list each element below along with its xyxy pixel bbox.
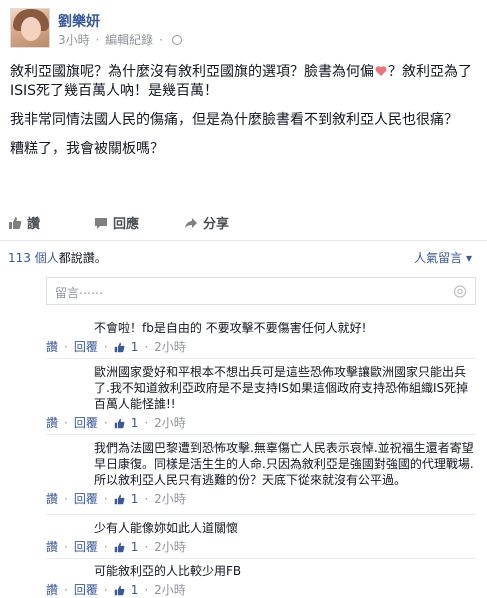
post-meta: 3小時 · 編輯紀錄 · xyxy=(58,31,184,48)
comment-reply-link[interactable]: 回覆 xyxy=(74,582,98,598)
comment-time[interactable]: 2小時 xyxy=(154,491,186,507)
post-paragraph-3: 糟糕了，我會被關板嗎？ xyxy=(10,141,164,157)
comment-divider xyxy=(46,558,476,559)
comment-time[interactable]: 2小時 xyxy=(154,539,186,555)
comment-input[interactable]: 留言⋯⋯ xyxy=(46,277,476,305)
comment-sort-dropdown[interactable]: 人氣留言 ▾ xyxy=(414,249,472,266)
facebook-post: 劉樂妍 3小時 · 編輯紀錄 · 敘利亞國旗呢？為什麼沒有敘利亞國旗的選項？臉書… xyxy=(0,0,487,598)
comment-like-count[interactable]: 1 xyxy=(131,415,139,431)
comment-text: 少有人能像妳如此人道關懷 xyxy=(94,521,239,535)
comment-like-count[interactable]: 1 xyxy=(131,491,139,507)
thumbs-up-icon xyxy=(114,585,125,595)
author-avatar[interactable] xyxy=(10,8,50,48)
comment-item: 可能敘利亞的人比較少用FB 讚 · 回覆 · 1 · 2小時 xyxy=(46,563,476,598)
comment-divider xyxy=(46,434,476,435)
post-time[interactable]: 3小時 xyxy=(58,33,90,47)
thumbs-up-icon xyxy=(9,216,22,229)
comment-actions: 讚 · 回覆 · 1 · 2小時 xyxy=(46,339,186,355)
post-actions: 讚 回應 分享 xyxy=(8,213,478,233)
comment-item: 我們為法國巴黎遭到恐怖攻擊.無辜傷亡人民表示哀悼.並祝福生還者寄望早日康復。同樣… xyxy=(46,440,476,507)
chevron-down-icon: ▾ xyxy=(465,251,472,265)
comment-time[interactable]: 2小時 xyxy=(154,582,186,598)
thumbs-up-icon xyxy=(114,418,125,428)
speech-bubble-icon xyxy=(95,217,107,229)
comment-like-link[interactable]: 讚 xyxy=(46,539,58,555)
camera-icon[interactable] xyxy=(453,284,467,298)
thumbs-up-icon xyxy=(114,494,125,504)
comment-like-count[interactable]: 1 xyxy=(131,539,139,555)
comment-time[interactable]: 2小時 xyxy=(154,339,186,355)
comment-like-link[interactable]: 讚 xyxy=(46,339,58,355)
thumbs-up-icon xyxy=(114,342,125,352)
edit-history-link[interactable]: 編輯紀錄 xyxy=(105,33,153,47)
share-button[interactable]: 分享 xyxy=(184,213,229,232)
share-arrow-icon xyxy=(185,217,197,228)
actions-divider xyxy=(0,240,487,241)
comment-actions: 讚 · 回覆 · 1 · 2小時 xyxy=(46,539,186,555)
comment-actions: 讚 · 回覆 · 1 · 2小時 xyxy=(46,582,186,598)
comment-reply-link[interactable]: 回覆 xyxy=(74,415,98,431)
post-paragraph-1: 敘利亞國旗呢？為什麼沒有敘利亞國旗的選項？臉書為何偏 ？敘利亞為了ISIS死了幾百… xyxy=(10,64,472,99)
comment-like-link[interactable]: 讚 xyxy=(46,415,58,431)
author-name[interactable]: 劉樂妍 xyxy=(58,11,100,31)
post-header: 劉樂妍 3小時 · 編輯紀錄 · xyxy=(8,8,478,52)
post-paragraph-2: 我非常同情法國人民的傷痛，但是為什麼臉書看不到敘利亞人民也很痛？ xyxy=(10,112,458,128)
like-button[interactable]: 讚 xyxy=(8,213,40,232)
comment-like-link[interactable]: 讚 xyxy=(46,491,58,507)
thumbs-up-icon xyxy=(114,542,125,552)
likes-count[interactable]: 113 個人都說讚。 xyxy=(8,249,107,266)
heart-icon xyxy=(375,66,387,76)
comment-like-count[interactable]: 1 xyxy=(131,582,139,598)
comment-reply-link[interactable]: 回覆 xyxy=(74,339,98,355)
likes-summary: 113 個人都說讚。 人氣留言 ▾ xyxy=(8,249,478,267)
comment-text: 不會啦！fb是自由的 不要攻擊不要傷害任何人就好! xyxy=(94,321,367,335)
comment-reply-link[interactable]: 回覆 xyxy=(74,539,98,555)
comment-text: 我們為法國巴黎遭到恐怖攻擊.無辜傷亡人民表示哀悼.並祝福生還者寄望早日康復。同樣… xyxy=(94,441,474,487)
comment-item: 不會啦！fb是自由的 不要攻擊不要傷害任何人就好! 讚 · 回覆 · 1 · 2… xyxy=(46,320,476,355)
globe-icon[interactable] xyxy=(171,35,182,45)
comment-item: 歐洲國家愛好和平根本不想出兵可是這些恐佈攻擊讓歐洲國家只能出兵了.我不知道敘利亞… xyxy=(46,364,476,431)
comment-button[interactable]: 回應 xyxy=(94,213,139,232)
comment-text: 歐洲國家愛好和平根本不想出兵可是這些恐佈攻擊讓歐洲國家只能出兵了.我不知道敘利亞… xyxy=(94,365,469,411)
comment-actions: 讚 · 回覆 · 1 · 2小時 xyxy=(46,491,186,507)
post-body: 敘利亞國旗呢？為什麼沒有敘利亞國旗的選項？臉書為何偏 ？敘利亞為了ISIS死了幾百… xyxy=(10,63,480,169)
comment-divider xyxy=(46,358,476,359)
comment-actions: 讚 · 回覆 · 1 · 2小時 xyxy=(46,415,186,431)
comment-text: 可能敘利亞的人比較少用FB xyxy=(94,564,242,578)
comment-reply-link[interactable]: 回覆 xyxy=(74,491,98,507)
comment-time[interactable]: 2小時 xyxy=(154,415,186,431)
comment-item: 少有人能像妳如此人道關懷 讚 · 回覆 · 1 · 2小時 xyxy=(46,520,476,555)
comment-like-count[interactable]: 1 xyxy=(131,339,139,355)
comment-like-link[interactable]: 讚 xyxy=(46,582,58,598)
comment-divider xyxy=(46,514,476,515)
